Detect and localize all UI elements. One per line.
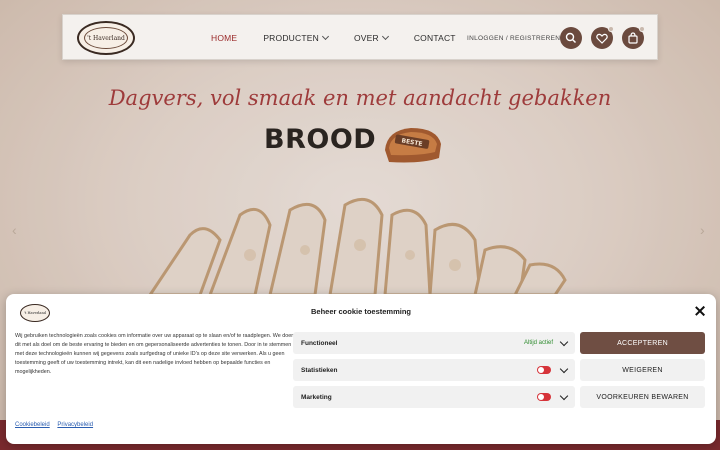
cookie-category-functioneel[interactable]: Functioneel Altijd actief bbox=[293, 332, 575, 354]
slider-next-arrow[interactable]: › bbox=[700, 222, 705, 238]
cookie-description: Wij gebruiken technologieën zoals cookie… bbox=[15, 333, 295, 375]
save-preferences-button[interactable]: VOORKEUREN BEWAREN bbox=[580, 386, 705, 408]
cookie-category-statistieken[interactable]: Statistieken bbox=[293, 359, 575, 381]
nav-item-home[interactable]: HOME bbox=[211, 33, 237, 43]
wishlist-badge bbox=[608, 26, 614, 32]
cart-badge bbox=[639, 26, 645, 32]
site-logo[interactable]: 't Haverland bbox=[77, 21, 135, 55]
cookie-consent-dialog: 't Haverland Beheer cookie toestemming W… bbox=[6, 294, 716, 444]
bread-loaf-icon: BESTE bbox=[385, 128, 441, 163]
logo-text: 't Haverland bbox=[84, 27, 128, 49]
chevron-down-icon bbox=[321, 32, 329, 41]
marketing-toggle[interactable] bbox=[537, 393, 551, 401]
site-header: 't Haverland HOME PRODUCTEN OVER CONTACT… bbox=[62, 14, 658, 60]
bag-icon bbox=[628, 32, 638, 44]
cookie-category-marketing[interactable]: Marketing bbox=[293, 386, 575, 408]
cookie-policy-link[interactable]: Cookiebeleid bbox=[15, 422, 50, 428]
chevron-down-icon[interactable] bbox=[559, 337, 569, 346]
hero-tagline: Dagvers, vol smaak en met aandacht gebak… bbox=[108, 86, 612, 110]
category-label: Functioneel bbox=[301, 339, 338, 347]
deny-button[interactable]: WEIGEREN bbox=[580, 359, 705, 381]
wishlist-button[interactable] bbox=[591, 26, 614, 49]
nav-item-over[interactable]: OVER bbox=[353, 32, 389, 43]
nav-item-contact[interactable]: CONTACT bbox=[414, 33, 456, 43]
category-label: Marketing bbox=[301, 393, 332, 401]
search-button[interactable] bbox=[560, 27, 582, 49]
nav-item-producten[interactable]: PRODUCTEN bbox=[263, 32, 329, 43]
cookie-dialog-title: Beheer cookie toestemming bbox=[310, 307, 412, 316]
nav-label: OVER bbox=[353, 33, 379, 43]
search-icon bbox=[565, 32, 577, 44]
nav-label: CONTACT bbox=[413, 33, 456, 43]
heart-icon bbox=[596, 33, 608, 44]
chevron-down-icon[interactable] bbox=[559, 391, 569, 400]
nav-label: HOME bbox=[211, 33, 238, 43]
nav-label: PRODUCTEN bbox=[263, 33, 319, 43]
login-register-link[interactable]: INLOGGEN / REGISTREREN bbox=[467, 15, 560, 61]
privacy-policy-link[interactable]: Privacybeleid bbox=[57, 422, 93, 428]
chevron-down-icon[interactable] bbox=[559, 364, 569, 373]
category-label: Statistieken bbox=[301, 366, 338, 374]
cart-button[interactable] bbox=[622, 26, 645, 49]
slider-prev-arrow[interactable]: ‹ bbox=[12, 222, 17, 238]
main-nav: HOME PRODUCTEN OVER CONTACT bbox=[211, 15, 482, 61]
hero-title: BROOD bbox=[264, 124, 377, 155]
always-active-label: Altijd actief bbox=[523, 340, 553, 346]
close-icon[interactable] bbox=[694, 304, 706, 318]
policy-links: Cookiebeleid Privacybeleid bbox=[15, 422, 99, 428]
accept-button[interactable]: ACCEPTEREN bbox=[580, 332, 705, 354]
statistics-toggle[interactable] bbox=[537, 366, 551, 374]
chevron-down-icon bbox=[381, 32, 389, 41]
